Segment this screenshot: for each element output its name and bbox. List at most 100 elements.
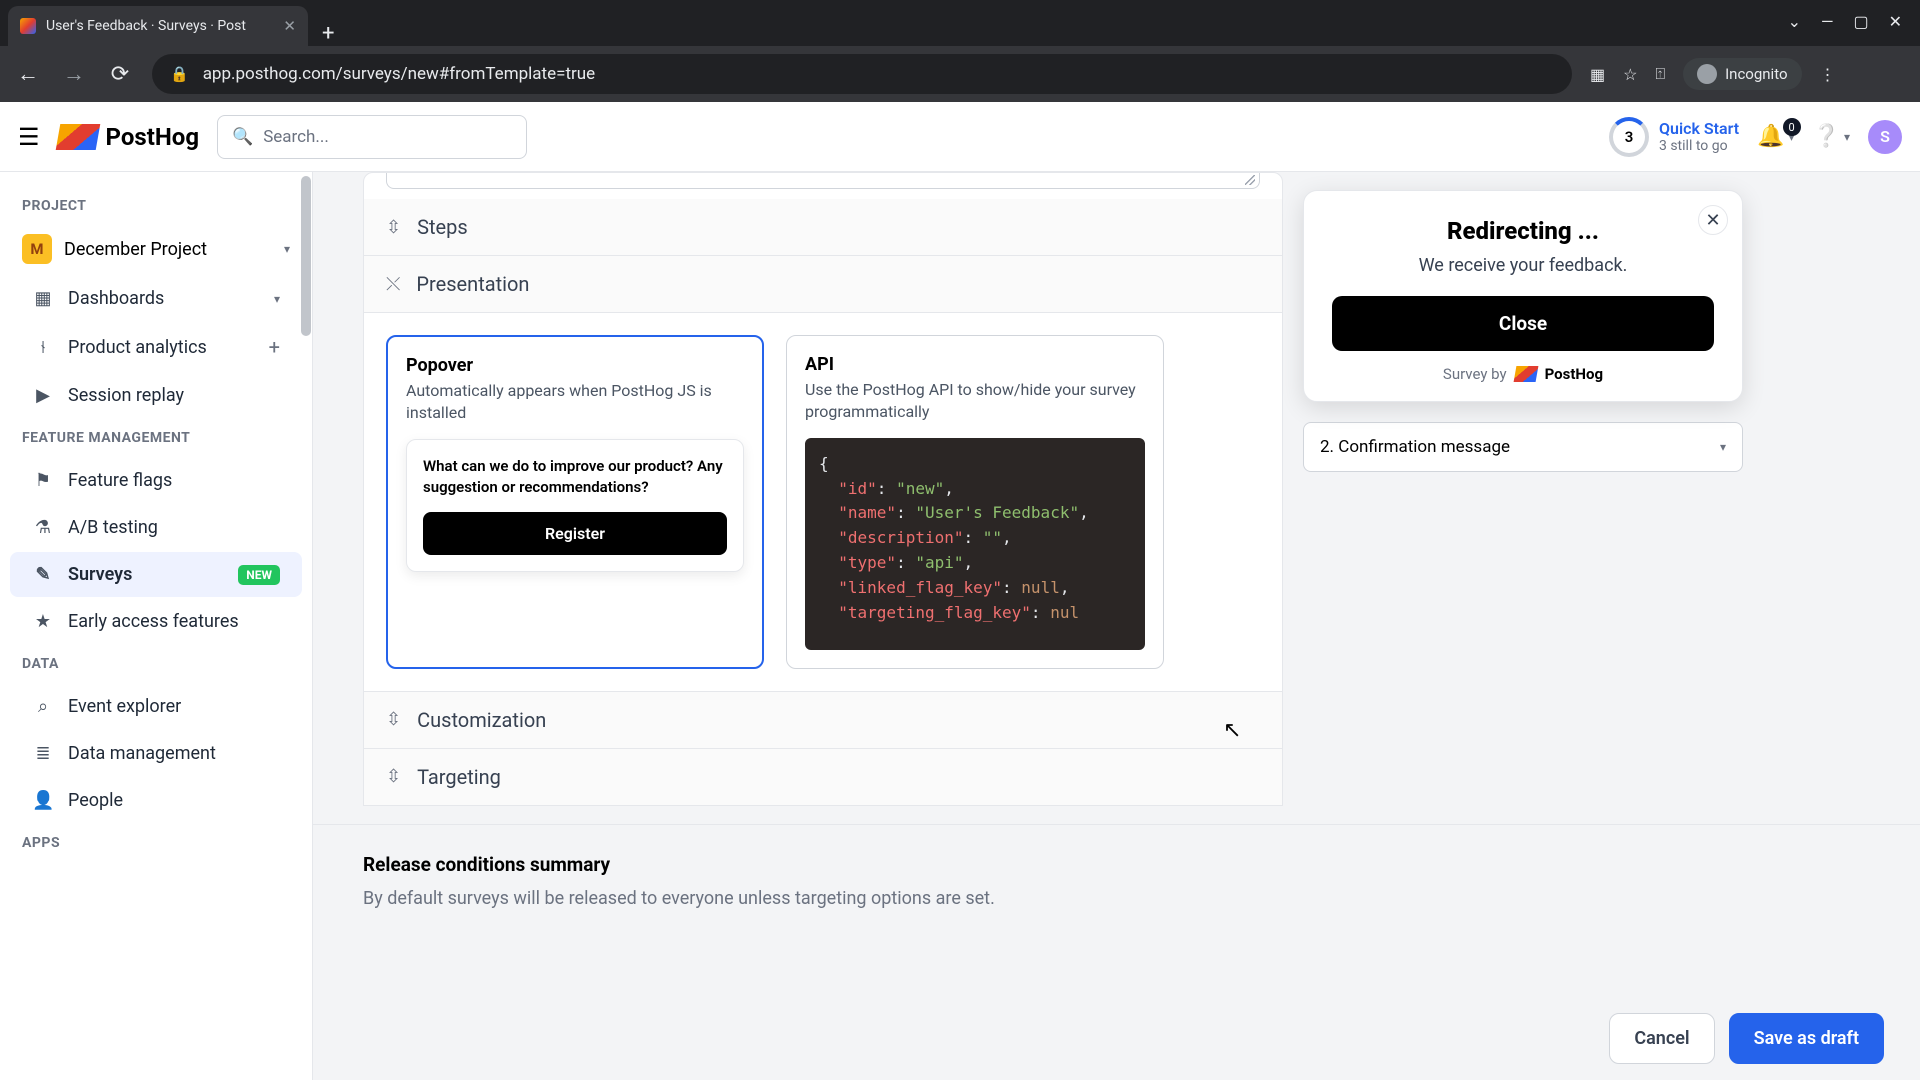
chevron-down-icon[interactable]: ▾ — [274, 292, 280, 306]
cancel-button[interactable]: Cancel — [1609, 1013, 1714, 1064]
play-icon: ▶ — [32, 385, 54, 406]
save-as-draft-button[interactable]: Save as draft — [1729, 1013, 1884, 1064]
tab-title: User's Feedback · Surveys · Post — [46, 18, 273, 34]
option-api[interactable]: API Use the PostHog API to show/hide you… — [786, 335, 1164, 669]
expand-icon: ⇳ — [386, 766, 401, 787]
user-avatar[interactable]: S — [1868, 120, 1902, 154]
accordion-targeting[interactable]: ⇳ Targeting — [364, 748, 1282, 805]
preview-question: What can we do to improve our product? A… — [423, 456, 727, 498]
flag-icon: ⚑ — [32, 470, 54, 491]
chevron-down-icon: ▾ — [1720, 440, 1726, 454]
release-conditions: Release conditions summary By default su… — [313, 824, 1920, 919]
section-feature: FEATURE MANAGEMENT — [0, 420, 312, 456]
sidebar-item-ab-testing[interactable]: ⚗ A/B testing — [10, 505, 302, 550]
sidebar-item-surveys[interactable]: ✎ Surveys NEW — [10, 552, 302, 597]
search-icon: ⌕ — [32, 696, 54, 717]
kebab-menu-icon[interactable]: ⋮ — [1820, 65, 1836, 84]
new-tab-button[interactable]: + — [308, 21, 348, 46]
pencil-icon: ✎ — [32, 564, 54, 585]
sidebar-item-product-analytics[interactable]: ⫮ Product analytics + — [10, 323, 302, 371]
quick-start-sub: 3 still to go — [1659, 138, 1739, 154]
preview-close-button[interactable]: Close — [1332, 296, 1714, 351]
section-project: PROJECT — [0, 188, 312, 224]
preview-title: Redirecting ... — [1332, 217, 1714, 245]
chevron-down-icon[interactable]: ⌄ — [1788, 12, 1801, 31]
extensions-icon[interactable]: ▦ — [1590, 65, 1605, 84]
database-icon: ≣ — [32, 743, 54, 764]
lock-icon: 🔒 — [170, 65, 189, 83]
survey-preview-card: ✕ Redirecting ... We receive your feedba… — [1303, 190, 1743, 402]
back-button[interactable]: ← — [14, 61, 42, 87]
collapse-icon: ⤬ — [386, 274, 400, 295]
release-title: Release conditions summary — [363, 853, 1870, 876]
browser-tab[interactable]: User's Feedback · Surveys · Post ✕ — [8, 6, 308, 46]
sidebar-item-event-explorer[interactable]: ⌕ Event explorer — [10, 684, 302, 729]
bell-icon: 🔔 — [1757, 124, 1784, 149]
accordion-customization[interactable]: ⇳ Customization — [364, 691, 1282, 748]
posthog-mark-icon — [1513, 366, 1538, 382]
minimize-icon[interactable]: — — [1821, 12, 1834, 31]
survey-editor-panel: ⇳ Steps ⤬ Presentation Popover Automatic… — [363, 172, 1283, 806]
project-selector[interactable]: M December Project ▾ — [0, 224, 312, 274]
scrollbar-thumb[interactable] — [301, 176, 311, 336]
sidebar-item-feature-flags[interactable]: ⚑ Feature flags — [10, 458, 302, 503]
quick-start[interactable]: 3 Quick Start 3 still to go — [1609, 117, 1739, 157]
browser-tab-row: User's Feedback · Surveys · Post ✕ + ⌄ —… — [0, 0, 1920, 46]
plus-icon[interactable]: + — [269, 335, 280, 359]
survey-by-line: Survey by PostHog — [1332, 365, 1714, 383]
project-name: December Project — [64, 239, 207, 260]
url-bar[interactable]: 🔒 app.posthog.com/surveys/new#fromTempla… — [152, 54, 1572, 94]
option-popover[interactable]: Popover Automatically appears when PostH… — [386, 335, 764, 669]
grid-icon: ▦ — [32, 288, 54, 309]
logo-mark-icon — [55, 124, 100, 150]
notifications-button[interactable]: 🔔 0 ▾ — [1757, 124, 1794, 149]
app-header: ☰ PostHog 🔍 Search... 3 Quick Start 3 st… — [0, 102, 1920, 172]
favicon — [20, 18, 36, 34]
reload-button[interactable]: ⟳ — [106, 62, 134, 87]
close-tab-icon[interactable]: ✕ — [283, 17, 296, 35]
expand-icon: ⇳ — [386, 217, 401, 238]
project-avatar: M — [22, 234, 52, 264]
help-button[interactable]: ❔ ▾ — [1813, 124, 1850, 149]
search-placeholder: Search... — [263, 127, 329, 147]
notif-badge: 0 — [1783, 118, 1801, 136]
flask-icon: ⚗ — [32, 517, 54, 538]
quick-start-title: Quick Start — [1659, 119, 1739, 138]
accordion-presentation[interactable]: ⤬ Presentation — [364, 255, 1282, 312]
expand-icon: ⇳ — [386, 709, 401, 730]
footer-actions: Cancel Save as draft — [1609, 997, 1884, 1080]
api-code-preview: { "id": "new", "name": "User's Feedback"… — [805, 438, 1145, 650]
confirmation-message-dropdown[interactable]: 2. Confirmation message ▾ — [1303, 422, 1743, 472]
close-preview-button[interactable]: ✕ — [1698, 205, 1728, 235]
close-window-icon[interactable]: ✕ — [1889, 12, 1902, 31]
sidebar-item-dashboards[interactable]: ▦ Dashboards ▾ — [10, 276, 302, 321]
accordion-steps[interactable]: ⇳ Steps — [364, 199, 1282, 255]
hamburger-menu[interactable]: ☰ — [18, 123, 40, 151]
textarea-resize-handle[interactable] — [386, 173, 1260, 189]
incognito-icon — [1697, 64, 1717, 84]
sidebar: PROJECT M December Project ▾ ▦ Dashboard… — [0, 172, 313, 1080]
sidebar-item-people[interactable]: 👤 People — [10, 778, 302, 823]
chevron-down-icon: ▾ — [284, 242, 290, 256]
maximize-icon[interactable]: ▢ — [1853, 12, 1868, 31]
api-title: API — [805, 354, 1145, 375]
incognito-badge[interactable]: Incognito — [1683, 58, 1801, 90]
preview-subtitle: We receive your feedback. — [1332, 255, 1714, 276]
search-input[interactable]: 🔍 Search... — [217, 115, 527, 159]
chevron-down-icon: ▾ — [1844, 130, 1850, 144]
main-content: ⇳ Steps ⤬ Presentation Popover Automatic… — [313, 172, 1920, 1080]
release-desc: By default surveys will be released to e… — [363, 888, 1870, 909]
sidebar-item-session-replay[interactable]: ▶ Session replay — [10, 373, 302, 418]
sidebar-item-data-management[interactable]: ≣ Data management — [10, 731, 302, 776]
url-text: app.posthog.com/surveys/new#fromTemplate… — [203, 64, 595, 84]
presentation-body: Popover Automatically appears when PostH… — [364, 312, 1282, 691]
star-icon: ★ — [32, 611, 54, 632]
section-apps: APPS — [0, 825, 312, 861]
posthog-logo[interactable]: PostHog — [58, 123, 200, 151]
bookmark-icon[interactable]: ☆ — [1623, 65, 1637, 84]
popover-desc: Automatically appears when PostHog JS is… — [406, 380, 744, 425]
install-icon[interactable]: ⍐ — [1655, 64, 1665, 84]
help-icon: ❔ — [1813, 124, 1840, 149]
sidebar-item-early-access[interactable]: ★ Early access features — [10, 599, 302, 644]
browser-toolbar: ← → ⟳ 🔒 app.posthog.com/surveys/new#from… — [0, 46, 1920, 102]
